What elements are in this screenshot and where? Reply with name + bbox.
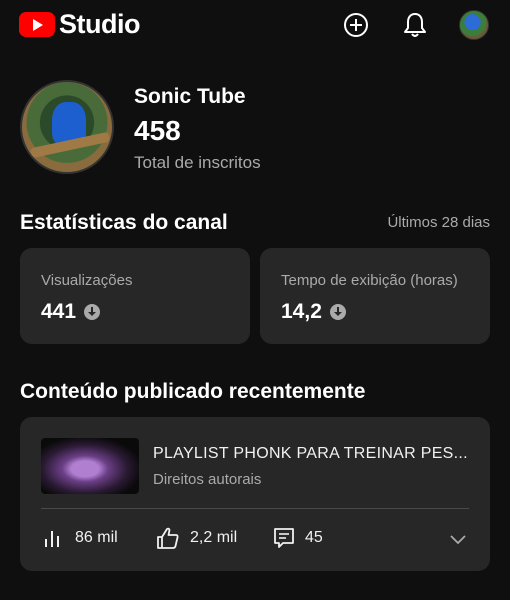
comment-icon [274, 528, 294, 548]
watch-time-label: Tempo de exibição (horas) [281, 272, 458, 289]
channel-profile: Sonic Tube 458 Total de inscritos [20, 80, 490, 175]
channel-name: Sonic Tube [134, 85, 246, 108]
stats-section-title: Estatísticas do canal [20, 211, 228, 234]
trend-down-icon [329, 304, 346, 320]
watch-time-value: 14,2 [281, 300, 322, 323]
bar-chart-icon [45, 531, 59, 547]
trend-down-icon [84, 304, 101, 320]
video-status: Direitos autorais [153, 471, 262, 488]
account-avatar[interactable] [459, 10, 489, 40]
recent-video-card[interactable]: PLAYLIST PHONK PARA TREINAR PES... Direi… [20, 417, 490, 571]
subscriber-count: 458 [134, 115, 181, 146]
stats-period[interactable]: Últimos 28 dias [387, 214, 490, 231]
views-value: 441 [41, 300, 77, 323]
likes-metric-value: 2,2 mil [190, 529, 238, 546]
top-app-bar: Studio [0, 0, 510, 50]
divider [41, 508, 469, 509]
channel-avatar [20, 80, 114, 174]
video-thumbnail[interactable] [41, 438, 139, 494]
recent-content-title: Conteúdo publicado recentemente [20, 380, 366, 403]
youtube-logo-icon [19, 12, 55, 37]
logo-text: Studio [59, 9, 140, 39]
views-metric-value: 86 mil [75, 529, 118, 546]
like-icon [157, 527, 179, 549]
comments-metric-value: 45 [305, 529, 323, 546]
watch-time-value-row: 14,2 [281, 300, 346, 324]
watch-time-card[interactable]: Tempo de exibição (horas) 14,2 [260, 248, 490, 344]
likes-metric: 2,2 mil [156, 527, 237, 549]
notifications-icon[interactable] [401, 11, 429, 39]
views-value-row: 441 [41, 300, 101, 324]
video-title[interactable]: PLAYLIST PHONK PARA TREINAR PES... [153, 445, 468, 463]
chevron-down-icon[interactable] [448, 529, 468, 549]
comments-metric: 45 [273, 527, 323, 549]
subscriber-label: Total de inscritos [134, 153, 261, 172]
views-metric: 86 mil [43, 527, 118, 549]
views-label: Visualizações [41, 272, 133, 289]
studio-logo[interactable]: Studio [19, 9, 140, 40]
create-icon[interactable] [342, 11, 370, 39]
views-card[interactable]: Visualizações 441 [20, 248, 250, 344]
